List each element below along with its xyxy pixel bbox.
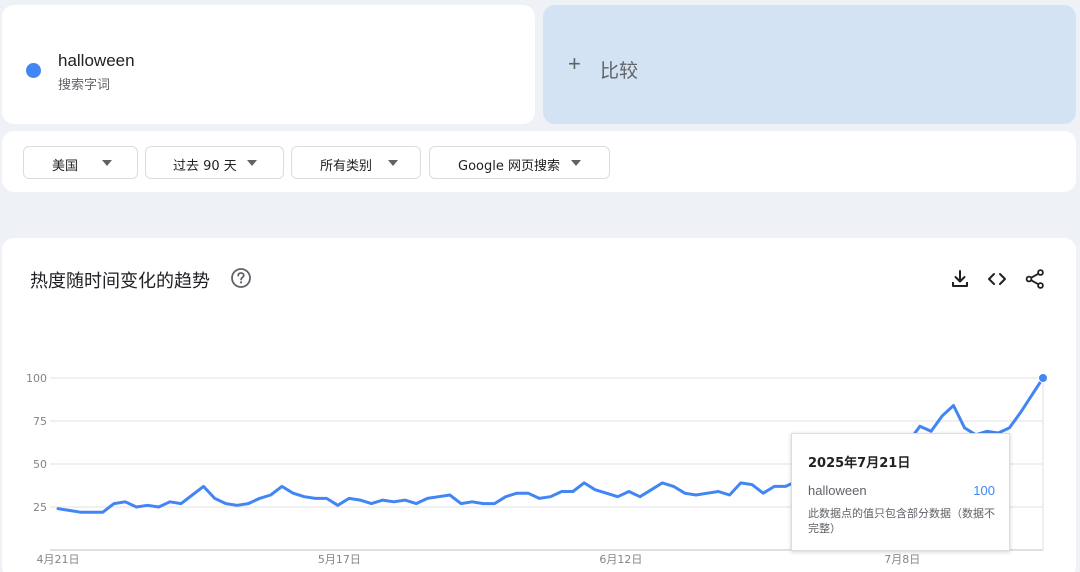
x-tick-label: 6月12日	[599, 553, 642, 566]
tooltip-value: 100	[973, 483, 995, 498]
tooltip-partial-data-note: 此数据点的值只包含部分数据（数据不完整）	[808, 507, 995, 535]
tooltip-term: halloween	[808, 483, 867, 498]
y-tick-label: 50	[33, 458, 47, 471]
tooltip-date: 2025年7月21日	[808, 456, 911, 471]
y-tick-label: 75	[33, 415, 47, 428]
y-tick-label: 25	[33, 501, 47, 514]
data-point-tooltip: 2025年7月21日 halloween 100 此数据点的值只包含部分数据（数…	[791, 433, 1010, 551]
x-tick-label: 5月17日	[318, 553, 361, 566]
y-tick-label: 100	[26, 372, 47, 385]
highlighted-data-point	[1038, 373, 1048, 383]
x-tick-label: 7月8日	[884, 553, 920, 566]
x-tick-label: 4月21日	[37, 553, 80, 566]
